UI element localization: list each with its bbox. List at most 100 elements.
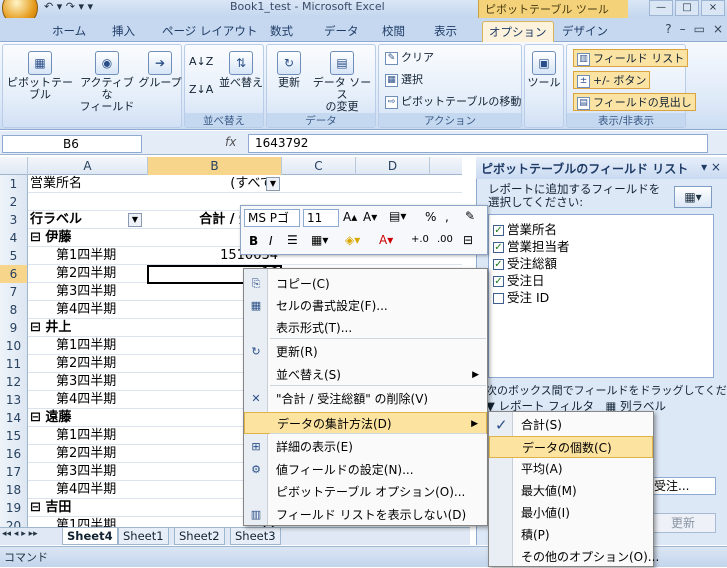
- context-menu-item[interactable]: ⊞ 詳細の表示(E): [244, 436, 487, 458]
- context-menu-item[interactable]: ピボットテーブル オプション(O)...: [244, 481, 487, 503]
- row-header[interactable]: 19: [0, 499, 28, 517]
- tab-page-layout[interactable]: ページ レイアウト: [156, 21, 263, 42]
- submenu-item[interactable]: 最小値(I): [489, 502, 653, 524]
- cell-a[interactable]: 第2四半期: [30, 445, 116, 463]
- update-button[interactable]: 更新: [650, 513, 716, 533]
- row-header[interactable]: 6: [0, 265, 28, 283]
- grow-font-button[interactable]: A▴: [343, 210, 357, 224]
- cell-a[interactable]: 第3四半期: [30, 373, 116, 391]
- submenu-item[interactable]: 最大値(M): [489, 480, 653, 502]
- percent-button[interactable]: %: [425, 210, 436, 224]
- row-header[interactable]: 15: [0, 427, 28, 445]
- sort-button[interactable]: ⇅ 並べ替え: [219, 51, 263, 89]
- pivottable-button[interactable]: ▦ ピボットテーブル: [5, 51, 75, 101]
- field-headers-button[interactable]: ▤ フィールドの見出し: [573, 93, 696, 111]
- pane-layout-button[interactable]: ▦▾: [674, 186, 712, 208]
- filter-dropdown-icon[interactable]: ▼: [128, 213, 142, 227]
- sheet-nav-arrows[interactable]: ◂◂ ◂ ▸ ▸▸: [2, 529, 38, 539]
- context-menu-item[interactable]: データの集計方法(D) ▶: [244, 412, 487, 434]
- merge-icon[interactable]: ⊟: [463, 233, 473, 247]
- cell-a[interactable]: 営業所名: [30, 175, 82, 193]
- cell-a[interactable]: 第1四半期: [30, 337, 116, 355]
- cell-a[interactable]: 第3四半期: [30, 463, 116, 481]
- row-header[interactable]: 12: [0, 373, 28, 391]
- tab-insert[interactable]: 挿入: [106, 21, 141, 42]
- submenu-item[interactable]: 平均(A): [489, 458, 653, 480]
- value-field-chip[interactable]: 受注...: [650, 477, 716, 495]
- row-header[interactable]: 4: [0, 229, 28, 247]
- font-color-icon[interactable]: A▾: [379, 233, 393, 247]
- border-icon[interactable]: ▦▾: [311, 233, 328, 247]
- context-menu-item[interactable]: ⚙ 値フィールドの設定(N)...: [244, 459, 487, 481]
- align-center-icon[interactable]: ☰: [287, 233, 298, 247]
- tab-home[interactable]: ホーム: [46, 21, 92, 42]
- tab-review[interactable]: 校閲: [376, 21, 411, 42]
- field-checkbox[interactable]: ✓: [493, 259, 504, 270]
- name-box[interactable]: B6: [2, 135, 142, 153]
- refresh-button[interactable]: ↻ 更新: [269, 51, 309, 89]
- sheet-tab-sheet4[interactable]: Sheet4: [62, 528, 118, 545]
- submenu-item[interactable]: データの個数(C): [489, 436, 653, 458]
- group-button[interactable]: ➔ グループ: [137, 51, 183, 89]
- field-checkbox[interactable]: ✓: [493, 276, 504, 287]
- row-header[interactable]: 18: [0, 481, 28, 499]
- filter-dropdown-icon[interactable]: ▼: [266, 177, 280, 191]
- move-pivottable-button[interactable]: ⇨ ピボットテーブルの移動: [385, 93, 521, 109]
- minimize-button[interactable]: —: [649, 0, 673, 16]
- cell-a[interactable]: 第1四半期: [30, 247, 116, 265]
- column-header-d[interactable]: D: [356, 157, 430, 175]
- sort-za-button[interactable]: Z↓A: [189, 83, 213, 96]
- column-header-c[interactable]: C: [282, 157, 356, 175]
- cell-a[interactable]: 第3四半期: [30, 283, 116, 301]
- format-painter-icon[interactable]: ✎: [465, 209, 475, 223]
- help-icon[interactable]: ?: [665, 22, 671, 36]
- cell-a[interactable]: ⊟ 井上: [30, 319, 71, 337]
- row-header[interactable]: 8: [0, 301, 28, 319]
- currency-icon[interactable]: ▤▾: [389, 209, 406, 223]
- sheet-tab-sheet3[interactable]: Sheet3: [230, 528, 281, 545]
- field-checkbox[interactable]: ✓: [493, 242, 504, 253]
- restore-icon[interactable]: ▭: [694, 22, 705, 36]
- close-button[interactable]: ×: [701, 0, 725, 16]
- row-header[interactable]: 11: [0, 355, 28, 373]
- cell-a[interactable]: 行ラベル: [30, 211, 82, 229]
- context-menu-item[interactable]: 並べ替え(S) ▶: [244, 364, 487, 386]
- row-header[interactable]: 17: [0, 463, 28, 481]
- bold-button[interactable]: B: [249, 234, 258, 248]
- row-header[interactable]: 3: [0, 211, 28, 229]
- row-header[interactable]: 16: [0, 445, 28, 463]
- select-button[interactable]: ▦ 選択: [385, 71, 423, 87]
- cell-a[interactable]: ⊟ 遠藤: [30, 409, 71, 427]
- context-menu-item[interactable]: 表示形式(T)...: [244, 317, 487, 339]
- cell-a[interactable]: 第4四半期: [30, 391, 116, 409]
- cell-a[interactable]: ⊟ 伊藤: [30, 229, 71, 247]
- tab-formulas[interactable]: 数式: [264, 21, 299, 42]
- increase-decimal-icon[interactable]: +.0: [411, 234, 429, 245]
- pane-close-icon[interactable]: ▾ ×: [701, 160, 721, 174]
- row-header[interactable]: 20: [0, 517, 28, 527]
- sheet-tab-sheet1[interactable]: Sheet1: [118, 528, 169, 545]
- cell-a[interactable]: 第4四半期: [30, 301, 116, 319]
- cell-b[interactable]: (すべて): [148, 175, 280, 193]
- field-checkbox[interactable]: [493, 293, 504, 304]
- font-select[interactable]: MS Pゴ: [244, 209, 300, 227]
- field-checkbox[interactable]: ✓: [493, 225, 504, 236]
- row-header[interactable]: 10: [0, 337, 28, 355]
- quick-access-toolbar[interactable]: ↶ ▾ ↷ ▾ ▾: [44, 0, 93, 18]
- row-header[interactable]: 2: [0, 193, 28, 211]
- cell-a[interactable]: 第1四半期: [30, 517, 116, 527]
- tab-options[interactable]: オプション: [482, 21, 554, 42]
- row-header[interactable]: 7: [0, 283, 28, 301]
- cell-a[interactable]: 第2四半期: [30, 265, 116, 283]
- submenu-item[interactable]: ✓ 合計(S): [489, 414, 653, 436]
- context-menu-item[interactable]: ⎘ コピー(C): [244, 273, 487, 295]
- row-header[interactable]: 9: [0, 319, 28, 337]
- tab-data[interactable]: データ: [318, 21, 365, 42]
- decrease-decimal-icon[interactable]: .00: [437, 234, 453, 245]
- maximize-button[interactable]: □: [675, 0, 699, 16]
- tab-design[interactable]: デザイン: [556, 21, 614, 42]
- row-header[interactable]: 5: [0, 247, 28, 265]
- active-field-button[interactable]: ◉ アクティブな フィールド: [77, 51, 137, 113]
- sheet-tab-sheet2[interactable]: Sheet2: [174, 528, 225, 545]
- plusminus-button[interactable]: ± +/- ボタン: [573, 71, 651, 89]
